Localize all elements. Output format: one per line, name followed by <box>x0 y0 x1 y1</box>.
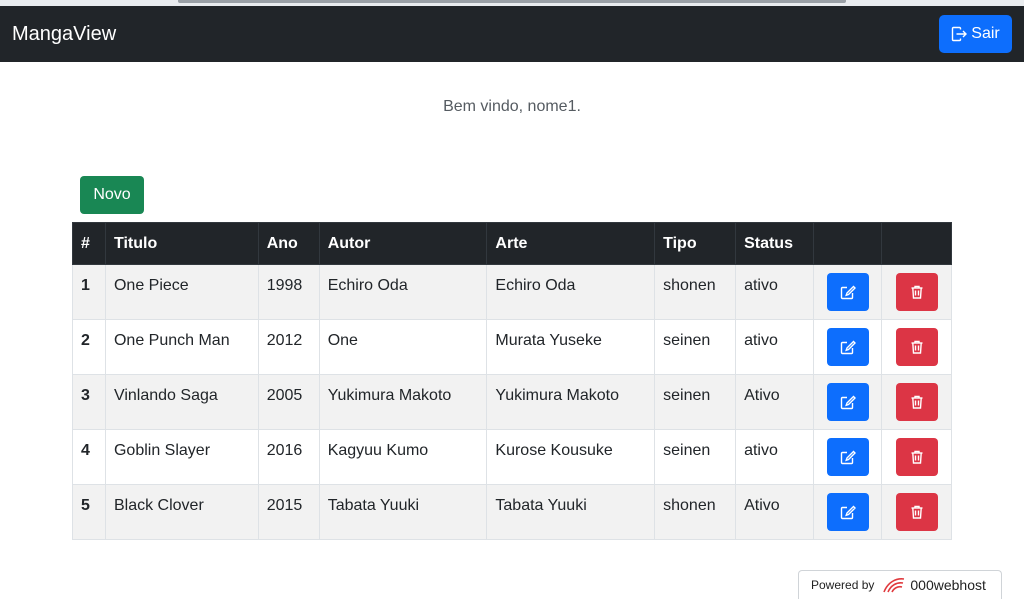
cell-edit <box>813 484 882 540</box>
trash-icon <box>911 505 922 519</box>
cell-tipo: shonen <box>654 264 737 320</box>
cell-edit <box>813 264 882 320</box>
box-arrow-right-icon <box>952 26 968 42</box>
cell-id: 5 <box>72 484 106 540</box>
edit-button[interactable] <box>826 438 869 476</box>
table-row: 4 Goblin Slayer 2016 Kagyuu Kumo Kurose Kous… <box>72 429 952 485</box>
table-row: 1 One Piece 1998 Echiro Oda Echiro Oda shonen… <box>72 264 952 320</box>
cell-tipo: shonen <box>654 484 737 540</box>
pencil-square-icon <box>840 340 856 355</box>
delete-button[interactable] <box>895 273 938 311</box>
cell-arte: Echiro Oda <box>486 264 656 320</box>
cell-autor: One <box>318 319 488 375</box>
pencil-square-icon <box>840 505 856 520</box>
header-tipo: Tipo <box>654 222 737 265</box>
cell-arte: Tabata Yuuki <box>486 484 656 540</box>
cell-arte: Murata Yuseke <box>486 319 656 375</box>
cell-ano: 2016 <box>257 429 320 485</box>
cell-autor: Echiro Oda <box>318 264 488 320</box>
header-index: # <box>72 222 106 265</box>
pencil-square-icon <box>840 395 856 410</box>
cell-status: ativo <box>735 319 815 375</box>
cell-delete <box>881 264 952 320</box>
logout-button-label: Sair <box>971 25 1000 42</box>
cell-id: 3 <box>72 374 106 430</box>
cell-titulo: Black Clover <box>104 484 259 540</box>
delete-button[interactable] <box>895 383 938 421</box>
new-manga-button[interactable]: Novo <box>80 176 144 214</box>
edit-button[interactable] <box>826 383 869 421</box>
cell-tipo: seinen <box>654 429 737 485</box>
cell-titulo: Vinlando Saga <box>104 374 259 430</box>
cell-ano: 1998 <box>257 264 320 320</box>
cell-titulo: One Punch Man <box>104 319 259 375</box>
logout-button[interactable]: Sair <box>939 15 1012 53</box>
trash-icon <box>911 340 922 354</box>
cell-titulo: One Piece <box>104 264 259 320</box>
cell-id: 1 <box>72 264 106 320</box>
cell-delete <box>881 429 952 485</box>
cell-status: Ativo <box>735 484 815 540</box>
cell-edit <box>813 429 882 485</box>
cell-tipo: seinen <box>654 319 737 375</box>
table-row: 5 Black Clover 2015 Tabata Yuuki Tabata Yuuk… <box>72 484 952 540</box>
table-header-row: # Titulo Ano Autor Arte Tipo Status <box>72 222 952 265</box>
header-titulo: Titulo <box>104 222 259 265</box>
horizontal-scrollbar[interactable] <box>178 0 846 3</box>
header-arte: Arte <box>486 222 656 265</box>
powered-by-label: Powered by <box>811 578 875 592</box>
navbar: MangaView Sair <box>0 6 1024 62</box>
header-ano: Ano <box>257 222 320 265</box>
welcome-message: Bem vindo, nome1. <box>443 98 581 115</box>
table-row: 2 One Punch Man 2012 One Murata Yuseke seinen… <box>72 319 952 375</box>
host-name: 000webhost <box>910 577 986 593</box>
cell-titulo: Goblin Slayer <box>104 429 259 485</box>
delete-button[interactable] <box>895 438 938 476</box>
header-autor: Autor <box>318 222 488 265</box>
delete-button[interactable] <box>895 328 938 366</box>
cell-delete <box>881 484 952 540</box>
cell-status: Ativo <box>735 374 815 430</box>
cell-id: 4 <box>72 429 106 485</box>
cell-autor: Yukimura Makoto <box>318 374 488 430</box>
pencil-square-icon <box>840 285 856 300</box>
webhost-logo-icon <box>883 578 905 593</box>
cell-edit <box>813 374 882 430</box>
header-edit <box>813 222 882 265</box>
cell-delete <box>881 319 952 375</box>
cell-ano: 2005 <box>257 374 320 430</box>
manga-table: # Titulo Ano Autor Arte Tipo Status 1 One… <box>72 222 952 540</box>
cell-autor: Kagyuu Kumo <box>318 429 488 485</box>
trash-icon <box>911 450 922 464</box>
powered-by-badge[interactable]: Powered by 000webhost <box>798 570 1002 599</box>
cell-id: 2 <box>72 319 106 375</box>
trash-icon <box>911 395 922 409</box>
header-status: Status <box>735 222 815 265</box>
edit-button[interactable] <box>826 328 869 366</box>
delete-button[interactable] <box>895 493 938 531</box>
cell-tipo: seinen <box>654 374 737 430</box>
cell-arte: Yukimura Makoto <box>486 374 656 430</box>
cell-edit <box>813 319 882 375</box>
cell-arte: Kurose Kousuke <box>486 429 656 485</box>
brand-title[interactable]: MangaView <box>12 21 116 47</box>
cell-status: ativo <box>735 264 815 320</box>
cell-autor: Tabata Yuuki <box>318 484 488 540</box>
table-row: 3 Vinlando Saga 2005 Yukimura Makoto Yukimur… <box>72 374 952 430</box>
pencil-square-icon <box>840 450 856 465</box>
cell-status: ativo <box>735 429 815 485</box>
trash-icon <box>911 285 922 299</box>
edit-button[interactable] <box>826 273 869 311</box>
cell-delete <box>881 374 952 430</box>
cell-ano: 2012 <box>257 319 320 375</box>
edit-button[interactable] <box>826 493 869 531</box>
header-delete <box>881 222 952 265</box>
cell-ano: 2015 <box>257 484 320 540</box>
